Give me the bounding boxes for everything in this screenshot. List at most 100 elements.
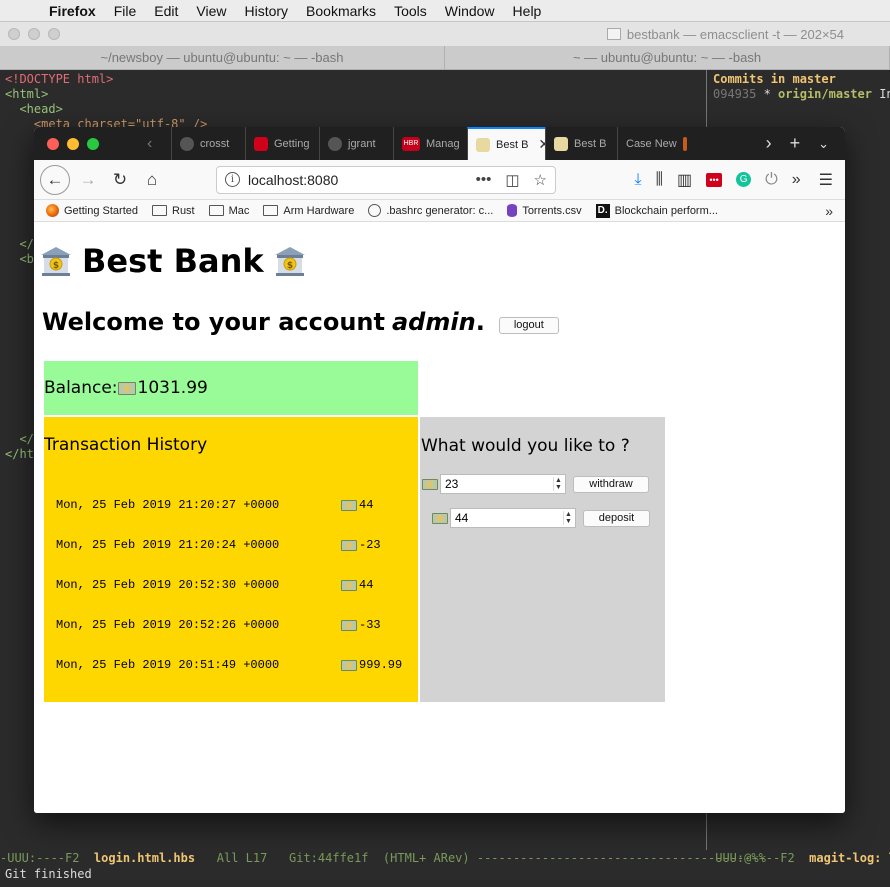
minimize-icon[interactable] [67, 138, 79, 150]
forward-icon[interactable]: → [74, 166, 102, 194]
minimize-icon[interactable] [28, 28, 40, 40]
bookmark-label: .bashrc generator: c... [386, 204, 494, 217]
hamburger-menu-icon[interactable]: ☰ [819, 170, 833, 190]
library-icon[interactable]: ⫼ [656, 171, 663, 189]
balance-panel: Balance: 1031.99 [44, 361, 418, 415]
home-icon[interactable]: ⌂ [138, 166, 166, 194]
browser-tab[interactable]: Best B [545, 127, 617, 160]
close-icon[interactable] [47, 138, 59, 150]
transaction-amount: 999.99 [359, 658, 403, 672]
url-text[interactable]: localhost:8080 [248, 172, 462, 188]
tab-scroll-left-icon[interactable]: ‹ [139, 127, 171, 160]
bookmark-label: Arm Hardware [283, 204, 355, 217]
branch-name: origin/master [778, 87, 872, 101]
tab-label: Manag [426, 137, 460, 150]
logout-button[interactable]: logout [498, 316, 559, 334]
url-bar[interactable]: i localhost:8080 ••• ◫ ☆ [216, 165, 556, 194]
tab-scroll-right-icon[interactable]: › [766, 133, 772, 154]
browser-tab[interactable]: HBR Manag [393, 127, 467, 160]
close-tab-icon[interactable]: ✕ [538, 136, 545, 153]
menu-item-bookmarks[interactable]: Bookmarks [297, 3, 385, 19]
deposit-amount-input[interactable]: 44 ▲ ▼ [450, 508, 576, 528]
money-icon [341, 579, 357, 591]
bookmark-getting-started[interactable]: Getting Started [46, 204, 138, 217]
menu-item-edit[interactable]: Edit [145, 3, 187, 19]
spinner-icon[interactable]: ▲ ▼ [563, 511, 573, 525]
menu-app-name[interactable]: Firefox [40, 3, 105, 19]
firefox-icon [46, 204, 59, 217]
zoom-icon[interactable] [48, 28, 60, 40]
deposit-button[interactable]: deposit [583, 509, 650, 527]
transaction-date: Mon, 25 Feb 2019 21:20:24 +0000 [56, 538, 280, 552]
back-icon[interactable]: ← [40, 164, 70, 195]
lastpass-icon[interactable]: ••• [706, 172, 723, 187]
terminal-tab-newsboy[interactable]: ~/newsboy — ubuntu@ubuntu: ~ — -bash [0, 46, 445, 69]
terminal-title: bestbank — emacsclient -t — 202×54 [626, 26, 844, 42]
globe-icon [368, 204, 382, 217]
welcome-heading: Welcome to your account admin. logout [42, 308, 559, 336]
firefox-window: ‹ crosst Getting jgrant HBR Manag Best B ✕… [34, 127, 845, 813]
spinner-icon[interactable]: ▲ ▼ [553, 477, 563, 491]
power-icon[interactable]: ⏻ [765, 171, 778, 189]
deposit-amount-value[interactable]: 44 [455, 511, 468, 525]
withdraw-amount-value[interactable]: 23 [445, 477, 458, 491]
emacs-modeline: -UUU:----F2 login.html.hbs All L17 Git:4… [0, 850, 890, 867]
withdraw-button[interactable]: withdraw [573, 475, 649, 493]
bank-icon [476, 137, 490, 152]
menu-item-window[interactable]: Window [436, 3, 504, 19]
bookmark-blockchain-performance[interactable]: D. Blockchain perform... [595, 203, 718, 218]
browser-tab[interactable]: crosst [171, 127, 245, 160]
tab-label: Best B [496, 138, 529, 151]
database-icon [507, 204, 518, 217]
grammarly-icon[interactable]: G [736, 172, 752, 187]
bookmarks-overflow-icon[interactable]: » [825, 203, 833, 219]
bookmark-folder-mac[interactable]: Mac [208, 205, 249, 217]
bookmark-label: Rust [172, 204, 195, 217]
transaction-row: Mon, 25 Feb 2019 20:52:30 +0000 44 [56, 578, 373, 592]
welcome-period: . [475, 308, 485, 336]
modeline-status: -UUU:----F2 [0, 851, 94, 865]
menu-item-history[interactable]: History [235, 3, 297, 19]
bookmark-torrents-csv[interactable]: Torrents.csv [507, 204, 582, 217]
commit-hash: 094935 [713, 87, 757, 101]
pocket-icon[interactable]: ◫ [505, 171, 519, 189]
bookmark-star-icon[interactable]: ☆ [534, 171, 547, 189]
svg-text:$: $ [286, 261, 292, 271]
info-icon[interactable]: i [225, 172, 240, 187]
bookmark-folder-arm-hardware[interactable]: Arm Hardware [263, 205, 354, 217]
browser-tab-active[interactable]: Best B ✕ [467, 127, 545, 160]
terminal-tab-home[interactable]: ~ — ubuntu@ubuntu: ~ — -bash [445, 46, 890, 69]
overflow-menu-icon[interactable]: » [792, 171, 801, 189]
money-icon [432, 512, 448, 524]
menu-item-help[interactable]: Help [504, 3, 551, 19]
menu-item-tools[interactable]: Tools [385, 3, 436, 19]
menu-item-view[interactable]: View [187, 3, 235, 19]
withdraw-amount-input[interactable]: 23 ▲ ▼ [440, 474, 566, 494]
bookmark-bashrc-generator[interactable]: .bashrc generator: c... [368, 204, 493, 217]
sidebar-icon[interactable]: ▥ [677, 170, 692, 190]
list-all-tabs-icon[interactable]: ⌄ [818, 136, 829, 152]
transaction-row: Mon, 25 Feb 2019 20:52:26 +0000 -33 [56, 618, 381, 632]
browser-tab[interactable]: Case New [617, 127, 701, 160]
bookmark-folder-rust[interactable]: Rust [152, 205, 195, 217]
minibuffer: Git finished [5, 867, 92, 881]
download-icon[interactable]: ⤓ [635, 171, 642, 189]
zoom-icon[interactable] [87, 138, 99, 150]
transaction-row: Mon, 25 Feb 2019 21:20:27 +0000 44 [56, 498, 373, 512]
menu-item-file[interactable]: File [105, 3, 146, 19]
bookmarks-toolbar: Getting Started Rust Mac Arm Hardware .b… [34, 200, 845, 222]
page-actions-icon[interactable]: ••• [476, 171, 492, 188]
page-title-text: Best Bank [82, 242, 264, 280]
close-icon[interactable] [8, 28, 20, 40]
bank-icon [554, 136, 568, 151]
new-tab-icon[interactable]: + [790, 133, 801, 154]
transaction-date: Mon, 25 Feb 2019 21:20:27 +0000 [56, 498, 280, 512]
terminal-window-controls[interactable] [0, 28, 60, 40]
tab-label: Best B [574, 137, 607, 150]
browser-tab[interactable]: Getting [245, 127, 319, 160]
username: admin [391, 308, 476, 336]
page-content: $ Best Bank $ Welcome to your account ad… [34, 222, 845, 813]
browser-tab[interactable]: jgrant [319, 127, 393, 160]
bank-icon: $ [41, 247, 71, 276]
reload-icon[interactable]: ↻ [106, 166, 134, 194]
